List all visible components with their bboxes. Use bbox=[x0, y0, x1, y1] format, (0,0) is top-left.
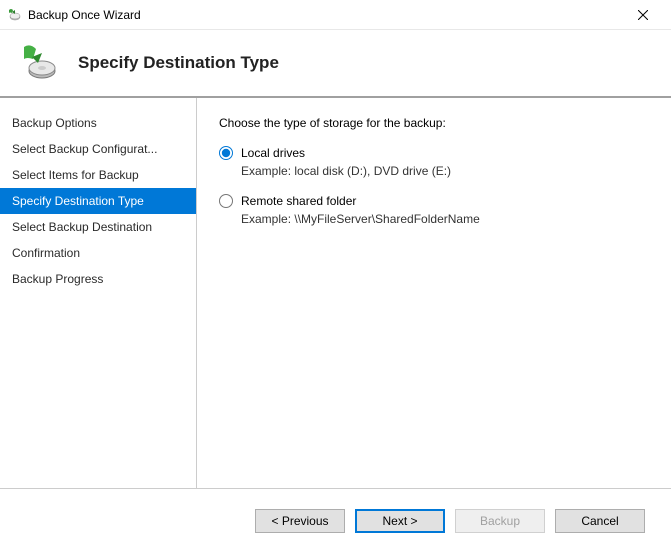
radio-local-drives-input[interactable] bbox=[219, 146, 233, 160]
radio-remote-shared-input[interactable] bbox=[219, 194, 233, 208]
next-button[interactable]: Next > bbox=[355, 509, 445, 533]
close-button[interactable] bbox=[623, 1, 663, 29]
content-prompt: Choose the type of storage for the backu… bbox=[219, 116, 649, 130]
wizard-footer: < Previous Next > Backup Cancel bbox=[0, 488, 671, 552]
close-icon bbox=[638, 10, 648, 20]
sidebar-item-backup-progress[interactable]: Backup Progress bbox=[0, 266, 196, 292]
sidebar-item-select-backup-config[interactable]: Select Backup Configurat... bbox=[0, 136, 196, 162]
radio-remote-shared[interactable]: Remote shared folder bbox=[219, 194, 649, 208]
cancel-button[interactable]: Cancel bbox=[555, 509, 645, 533]
backup-button: Backup bbox=[455, 509, 545, 533]
radio-local-drives[interactable]: Local drives bbox=[219, 146, 649, 160]
example-local-drives: Example: local disk (D:), DVD drive (E:) bbox=[241, 164, 649, 178]
sidebar-item-specify-destination-type[interactable]: Specify Destination Type bbox=[0, 188, 196, 214]
titlebar: Backup Once Wizard bbox=[0, 0, 671, 30]
radio-remote-shared-label: Remote shared folder bbox=[241, 194, 356, 208]
wizard-steps-sidebar: Backup Options Select Backup Configurat.… bbox=[0, 98, 197, 488]
app-icon bbox=[6, 7, 22, 23]
sidebar-item-select-items[interactable]: Select Items for Backup bbox=[0, 162, 196, 188]
wizard-header-icon bbox=[18, 43, 58, 83]
wizard-content: Choose the type of storage for the backu… bbox=[197, 98, 671, 488]
sidebar-item-select-backup-destination[interactable]: Select Backup Destination bbox=[0, 214, 196, 240]
sidebar-item-backup-options[interactable]: Backup Options bbox=[0, 110, 196, 136]
sidebar-item-confirmation[interactable]: Confirmation bbox=[0, 240, 196, 266]
window-title: Backup Once Wizard bbox=[28, 8, 623, 22]
previous-button[interactable]: < Previous bbox=[255, 509, 345, 533]
wizard-body: Backup Options Select Backup Configurat.… bbox=[0, 98, 671, 488]
example-remote-shared: Example: \\MyFileServer\SharedFolderName bbox=[241, 212, 649, 226]
radio-local-drives-label: Local drives bbox=[241, 146, 305, 160]
wizard-header: Specify Destination Type bbox=[0, 30, 671, 98]
page-title: Specify Destination Type bbox=[78, 53, 279, 73]
